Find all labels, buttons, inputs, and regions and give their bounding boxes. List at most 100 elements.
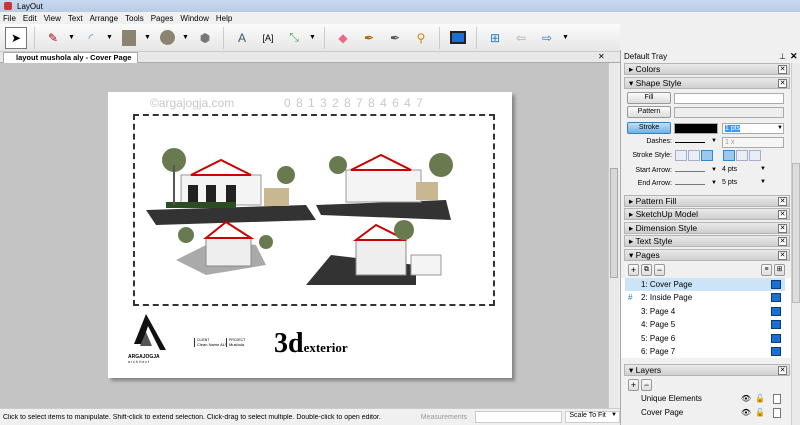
polygon-tool-icon[interactable]: ⬢ <box>194 27 216 49</box>
split-tool-icon[interactable]: ✒ <box>384 27 406 49</box>
circle-tool-icon[interactable] <box>156 27 178 49</box>
label-tool-icon[interactable]: [A] <box>257 27 279 49</box>
square-cap-button[interactable] <box>749 150 761 161</box>
section-layers[interactable]: ▾ Layers ✕ <box>624 364 790 376</box>
stroke-width-select[interactable]: 1 pts ▼ <box>722 123 784 134</box>
arc-tool-icon[interactable]: ◜ <box>80 27 102 49</box>
close-icon[interactable]: ✕ <box>778 79 787 88</box>
eraser-icon[interactable]: ◆ <box>332 27 354 49</box>
chevron-down-icon[interactable]: ▼ <box>182 34 190 41</box>
section-colors[interactable]: ▸ Colors ✕ <box>624 63 790 75</box>
measurements-input[interactable] <box>475 411 563 423</box>
dashes-select[interactable]: ▼ <box>675 138 717 148</box>
section-shape-style[interactable]: ▾ Shape Style ✕ <box>624 77 790 89</box>
pencil-tool-icon[interactable]: ✎ <box>42 27 64 49</box>
chevron-down-icon[interactable]: ▼ <box>68 34 76 41</box>
menu-tools[interactable]: Tools <box>125 14 144 23</box>
flat-cap-button[interactable] <box>723 150 735 161</box>
chevron-down-icon[interactable]: ▼ <box>144 34 152 41</box>
layer-item-cover-page[interactable]: Cover Page 👁 🔓 <box>625 406 785 419</box>
lock-icon[interactable]: 🔓 <box>755 392 765 405</box>
presentation-icon[interactable] <box>771 334 781 343</box>
presentation-icon[interactable] <box>771 293 781 302</box>
menu-window[interactable]: Window <box>180 14 208 23</box>
presentation-icon[interactable] <box>771 347 781 356</box>
scroll-thumb[interactable] <box>610 168 618 278</box>
next-page-icon[interactable]: ⇨ <box>536 27 558 49</box>
chevron-down-icon[interactable]: ▼ <box>309 34 317 41</box>
section-pattern-fill[interactable]: ▸ Pattern Fill ✕ <box>624 195 790 207</box>
delete-page-button[interactable]: − <box>654 264 665 276</box>
fill-button[interactable]: Fill <box>627 92 671 104</box>
round-join-button[interactable] <box>688 150 700 161</box>
page-item-2[interactable]: #2: Inside Page <box>625 291 785 304</box>
stroke-button[interactable]: Stroke <box>627 122 671 134</box>
close-tray-icon[interactable]: ✕ <box>790 51 798 62</box>
vertical-scrollbar[interactable] <box>608 63 619 408</box>
start-arrow-select[interactable]: ▼ <box>675 167 717 177</box>
pattern-well[interactable] <box>674 107 784 118</box>
bevel-join-button[interactable] <box>701 150 713 161</box>
page-item-5[interactable]: 5: Page 6 <box>625 332 785 345</box>
presentation-icon[interactable] <box>447 27 469 49</box>
close-icon[interactable]: ✕ <box>778 251 787 260</box>
layout-page[interactable]: ©argajogja.com 0 8 1 3 2 8 7 8 4 6 4 7 A… <box>108 92 512 378</box>
pattern-button[interactable]: Pattern <box>627 106 671 118</box>
miter-join-button[interactable] <box>675 150 687 161</box>
close-document-icon[interactable]: ✕ <box>598 52 605 61</box>
visibility-icon[interactable]: 👁 <box>741 392 751 405</box>
menu-pages[interactable]: Pages <box>151 14 174 23</box>
end-arrow-size-select[interactable]: 5 pts ▼ <box>722 179 766 186</box>
style-picker-icon[interactable]: ✒ <box>358 27 380 49</box>
section-pages[interactable]: ▾ Pages ✕ <box>624 249 790 261</box>
close-icon[interactable]: ✕ <box>778 224 787 233</box>
chevron-down-icon[interactable]: ▼ <box>562 34 570 41</box>
pin-icon[interactable]: ⊥ <box>779 52 786 61</box>
list-view-button[interactable]: ≡ <box>761 264 772 276</box>
stroke-color-well[interactable] <box>674 123 718 134</box>
end-arrow-select[interactable]: ▼ <box>675 180 717 190</box>
section-dimension-style[interactable]: ▸ Dimension Style ✕ <box>624 222 790 234</box>
round-cap-button[interactable] <box>736 150 748 161</box>
page-item-1[interactable]: 1: Cover Page <box>625 278 785 291</box>
menu-arrange[interactable]: Arrange <box>90 14 118 23</box>
tray-scrollbar[interactable] <box>791 63 800 425</box>
section-text-style[interactable]: ▸ Text Style ✕ <box>624 235 790 247</box>
dash-scale-select[interactable]: 1 x <box>722 137 784 148</box>
presentation-icon[interactable] <box>771 280 781 289</box>
page-item-4[interactable]: 4: Page 5 <box>625 318 785 331</box>
document-tab[interactable]: layout mushola aly - Cover Page <box>3 52 139 63</box>
start-arrow-size-select[interactable]: 4 pts ▼ <box>722 166 766 173</box>
chevron-down-icon[interactable]: ▼ <box>106 34 114 41</box>
thumbnail-view-button[interactable]: ⊞ <box>774 264 785 276</box>
previous-page-icon[interactable]: ⇦ <box>510 27 532 49</box>
presentation-icon[interactable] <box>771 307 781 316</box>
section-sketchup-model[interactable]: ▸ SketchUp Model ✕ <box>624 208 790 220</box>
add-page-button[interactable]: + <box>628 264 639 276</box>
zoom-select[interactable]: Scale To Fit ▼ <box>565 411 620 423</box>
scroll-thumb[interactable] <box>792 163 800 303</box>
lock-icon[interactable]: 🔓 <box>755 406 765 419</box>
close-icon[interactable]: ✕ <box>778 210 787 219</box>
close-icon[interactable]: ✕ <box>778 237 787 246</box>
presentation-icon[interactable] <box>771 320 781 329</box>
fill-color-well[interactable] <box>674 93 784 104</box>
join-tool-icon[interactable]: ⚲ <box>410 27 432 49</box>
delete-layer-button[interactable]: − <box>641 379 652 391</box>
select-tool-button[interactable]: ➤ <box>5 26 27 49</box>
rectangle-tool-icon[interactable] <box>118 27 140 49</box>
close-icon[interactable]: ✕ <box>778 197 787 206</box>
layer-page-icon[interactable] <box>773 408 781 418</box>
menu-text[interactable]: Text <box>68 14 83 23</box>
menu-file[interactable]: File <box>3 14 16 23</box>
menu-view[interactable]: View <box>44 14 61 23</box>
page-item-6[interactable]: 6: Page 7 <box>625 345 785 358</box>
close-icon[interactable]: ✕ <box>778 65 787 74</box>
layer-item-unique-elements[interactable]: Unique Elements 👁 🔓 <box>625 392 785 405</box>
menu-edit[interactable]: Edit <box>23 14 37 23</box>
page-item-3[interactable]: 3: Page 4 <box>625 305 785 318</box>
add-layer-button[interactable]: + <box>628 379 639 391</box>
menu-help[interactable]: Help <box>216 14 232 23</box>
dimension-tool-icon[interactable]: ⤡ <box>283 27 305 49</box>
text-tool-icon[interactable]: A <box>231 27 253 49</box>
